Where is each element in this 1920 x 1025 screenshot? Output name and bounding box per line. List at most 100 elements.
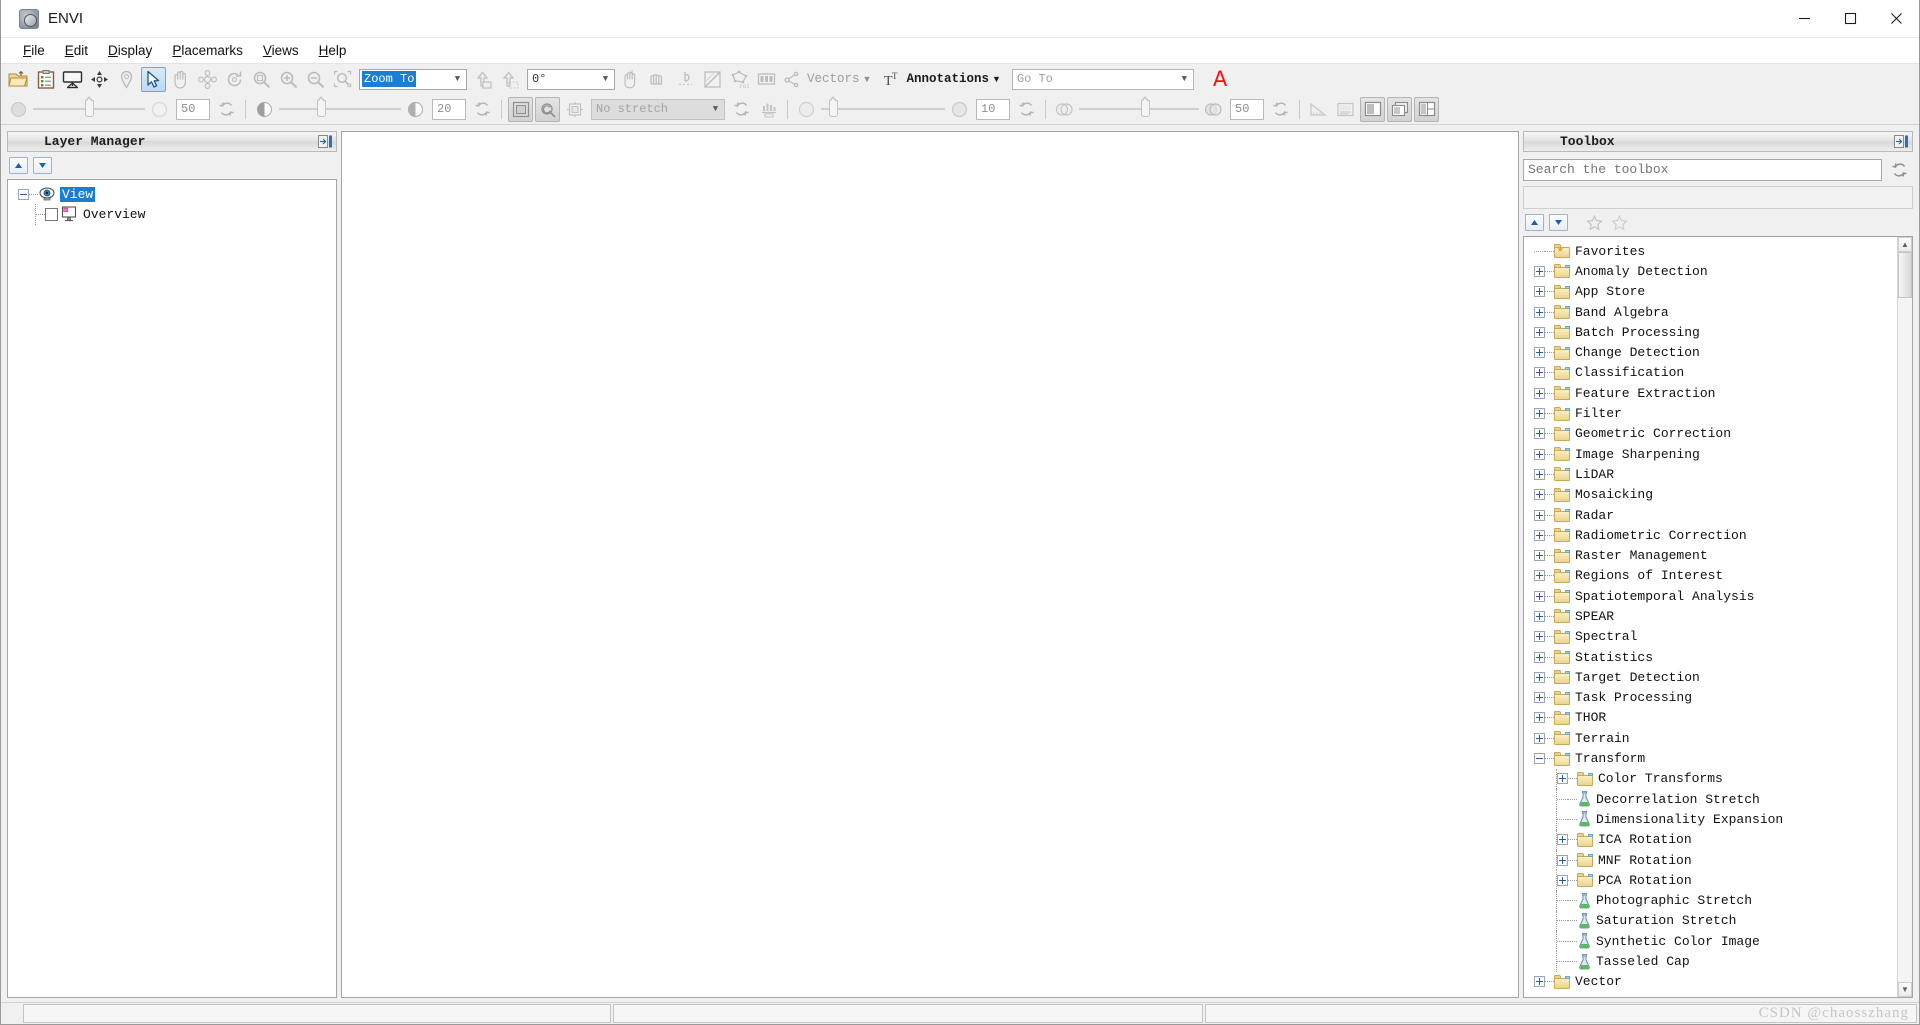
zoom-out-icon[interactable] bbox=[303, 67, 328, 92]
zoom-refresh-icon[interactable] bbox=[535, 96, 560, 122]
chevron-down-icon[interactable]: ▼ bbox=[992, 74, 1001, 84]
toolbox-tree-item[interactable]: Statistics bbox=[1524, 647, 1897, 667]
contrast-slider[interactable] bbox=[279, 96, 401, 117]
expand-node-icon[interactable] bbox=[1557, 874, 1568, 886]
zoom-box-icon[interactable] bbox=[330, 67, 355, 92]
expand-node-icon[interactable] bbox=[1557, 854, 1568, 866]
band-slider-icon[interactable] bbox=[754, 67, 779, 92]
toolbox-tree-item[interactable]: Spectral bbox=[1524, 627, 1897, 647]
sharpen-slider[interactable] bbox=[821, 96, 945, 117]
toolbox-tree-item[interactable]: Synthetic Color Image bbox=[1524, 931, 1897, 952]
expand-node-icon[interactable] bbox=[1557, 834, 1568, 846]
display-view-icon[interactable] bbox=[60, 67, 85, 92]
toolbox-tree-item[interactable]: Saturation Stretch bbox=[1524, 910, 1897, 932]
stretch-type-combo[interactable]: No stretch ▼ bbox=[591, 98, 725, 120]
toolbox-tree-item[interactable]: Color Transforms bbox=[1524, 768, 1897, 790]
pan-hand-icon[interactable] bbox=[168, 67, 193, 92]
expand-node-icon[interactable] bbox=[1534, 671, 1545, 683]
sharpen-slider-thumb[interactable] bbox=[829, 96, 838, 117]
dock-pin-icon[interactable] bbox=[1892, 133, 1910, 150]
red-letter-a-icon[interactable]: A bbox=[1213, 68, 1227, 90]
toolbox-tree-item[interactable]: Terrain bbox=[1524, 728, 1897, 748]
toolbox-tree-item[interactable]: Filter bbox=[1524, 403, 1897, 423]
transparency-reset-icon[interactable] bbox=[1268, 97, 1293, 122]
toolbox-tree-item[interactable]: Transform bbox=[1524, 748, 1897, 768]
expand-node-icon[interactable] bbox=[1534, 732, 1545, 744]
image-view-canvas[interactable] bbox=[341, 131, 1519, 998]
toolbox-tree[interactable]: ★ Favorites Anomaly Detection App Store Band… bbox=[1523, 236, 1913, 998]
toolbox-tree-item[interactable]: Photographic Stretch bbox=[1524, 890, 1897, 911]
overview-visibility-checkbox[interactable] bbox=[45, 207, 58, 221]
expand-node-icon[interactable] bbox=[1534, 428, 1545, 440]
chart-series-icon[interactable] bbox=[1333, 97, 1358, 122]
expand-node-icon[interactable] bbox=[1534, 489, 1545, 501]
dock-pin-icon[interactable] bbox=[316, 133, 334, 150]
rotation-angle-combo[interactable]: 0° ▼ bbox=[527, 68, 615, 90]
expand-node-icon[interactable] bbox=[1534, 692, 1545, 704]
expand-node-icon[interactable] bbox=[1534, 265, 1545, 277]
layer-row-view[interactable]: View bbox=[8, 184, 336, 204]
toolbox-scrollbar[interactable]: ▲ ▼ bbox=[1897, 237, 1912, 997]
toolbox-tree-item[interactable]: THOR bbox=[1524, 708, 1897, 728]
scroll-down-button[interactable] bbox=[1549, 214, 1568, 231]
close-button[interactable] bbox=[1873, 0, 1919, 38]
expand-node-icon[interactable] bbox=[1534, 610, 1545, 622]
sharpen-value[interactable]: 10 bbox=[976, 98, 1010, 120]
expand-node-icon[interactable] bbox=[1534, 408, 1545, 420]
toolbox-tree-item[interactable]: Band Algebra bbox=[1524, 302, 1897, 322]
expand-node-icon[interactable] bbox=[1534, 367, 1545, 379]
spectral-profile-icon[interactable] bbox=[646, 67, 671, 92]
minimize-button[interactable] bbox=[1781, 0, 1827, 38]
toolbox-tree-item[interactable]: Image Sharpening bbox=[1524, 444, 1897, 464]
add-favorite-button[interactable] bbox=[1584, 213, 1604, 233]
toolbox-tree-item[interactable]: Anomaly Detection bbox=[1524, 261, 1897, 281]
scrollbar-track[interactable] bbox=[1898, 298, 1912, 982]
chevron-down-icon[interactable]: ▼ bbox=[449, 74, 466, 84]
toolbox-tree-item[interactable]: Radiometric Correction bbox=[1524, 525, 1897, 545]
chevron-down-icon[interactable]: ▼ bbox=[863, 74, 872, 84]
rotate-north-icon[interactable] bbox=[498, 67, 523, 92]
scrollbar-down-arrow-icon[interactable]: ▼ bbox=[1898, 982, 1912, 997]
remove-favorite-button[interactable] bbox=[1609, 213, 1629, 233]
toolbox-tree-item[interactable]: Radar bbox=[1524, 505, 1897, 525]
menu-views[interactable]: Views bbox=[253, 41, 309, 60]
toolbox-tree-item[interactable]: Task Processing bbox=[1524, 688, 1897, 708]
brightness-slider-thumb[interactable] bbox=[85, 96, 94, 117]
toolbox-tree-item[interactable]: LiDAR bbox=[1524, 464, 1897, 484]
annotations-menu-label[interactable]: Annotations bbox=[906, 72, 989, 86]
view-split-icon[interactable] bbox=[1414, 96, 1439, 122]
toolbox-tree-item[interactable]: Vector bbox=[1524, 972, 1897, 992]
expand-node-icon[interactable] bbox=[1534, 509, 1545, 521]
roi-icon[interactable]: roi bbox=[727, 67, 752, 92]
expand-node-icon[interactable] bbox=[1534, 468, 1545, 480]
expand-node-icon[interactable] bbox=[1534, 448, 1545, 460]
maximize-button[interactable] bbox=[1827, 0, 1873, 38]
expand-node-icon[interactable] bbox=[1534, 306, 1545, 318]
expand-node-icon[interactable] bbox=[1534, 286, 1545, 298]
toolbox-tree-item[interactable]: Mosaicking bbox=[1524, 485, 1897, 505]
toolbox-tree-item[interactable]: Target Detection bbox=[1524, 667, 1897, 687]
chevron-down-icon[interactable]: ▼ bbox=[597, 74, 614, 84]
menu-placemarks[interactable]: Placemarks bbox=[162, 41, 253, 60]
toolbox-tree-item[interactable]: Tasseled Cap bbox=[1524, 951, 1897, 972]
chevron-down-icon[interactable]: ▼ bbox=[1176, 74, 1193, 84]
toolbox-tree-item[interactable]: Regions of Interest bbox=[1524, 566, 1897, 586]
scrollbar-up-arrow-icon[interactable]: ▲ bbox=[1898, 237, 1912, 252]
brightness-slider[interactable] bbox=[33, 96, 145, 117]
crosshair-move-icon[interactable] bbox=[87, 67, 112, 92]
measure-icon[interactable] bbox=[673, 67, 698, 92]
open-file-icon[interactable] bbox=[6, 67, 31, 92]
go-to-combo[interactable]: Go To ▼ bbox=[1011, 68, 1194, 90]
layer-manager-tree[interactable]: View Overview bbox=[7, 179, 337, 998]
transparency-value[interactable]: 50 bbox=[1230, 98, 1264, 120]
expand-node-icon[interactable] bbox=[1534, 976, 1545, 988]
rotate-icon[interactable] bbox=[222, 67, 247, 92]
sharpen-reset-icon[interactable] bbox=[1014, 97, 1039, 122]
histogram-icon[interactable] bbox=[756, 97, 781, 122]
toolbox-tree-item[interactable]: Decorrelation Stretch bbox=[1524, 789, 1897, 810]
cursor-value-icon[interactable]: V bbox=[619, 67, 644, 92]
toolbox-tree-item[interactable]: Classification bbox=[1524, 363, 1897, 383]
toolbox-tree-item[interactable]: Geometric Correction bbox=[1524, 424, 1897, 444]
toolbox-tree-item[interactable]: Raster Management bbox=[1524, 545, 1897, 565]
collapse-view-icon[interactable] bbox=[18, 188, 29, 200]
